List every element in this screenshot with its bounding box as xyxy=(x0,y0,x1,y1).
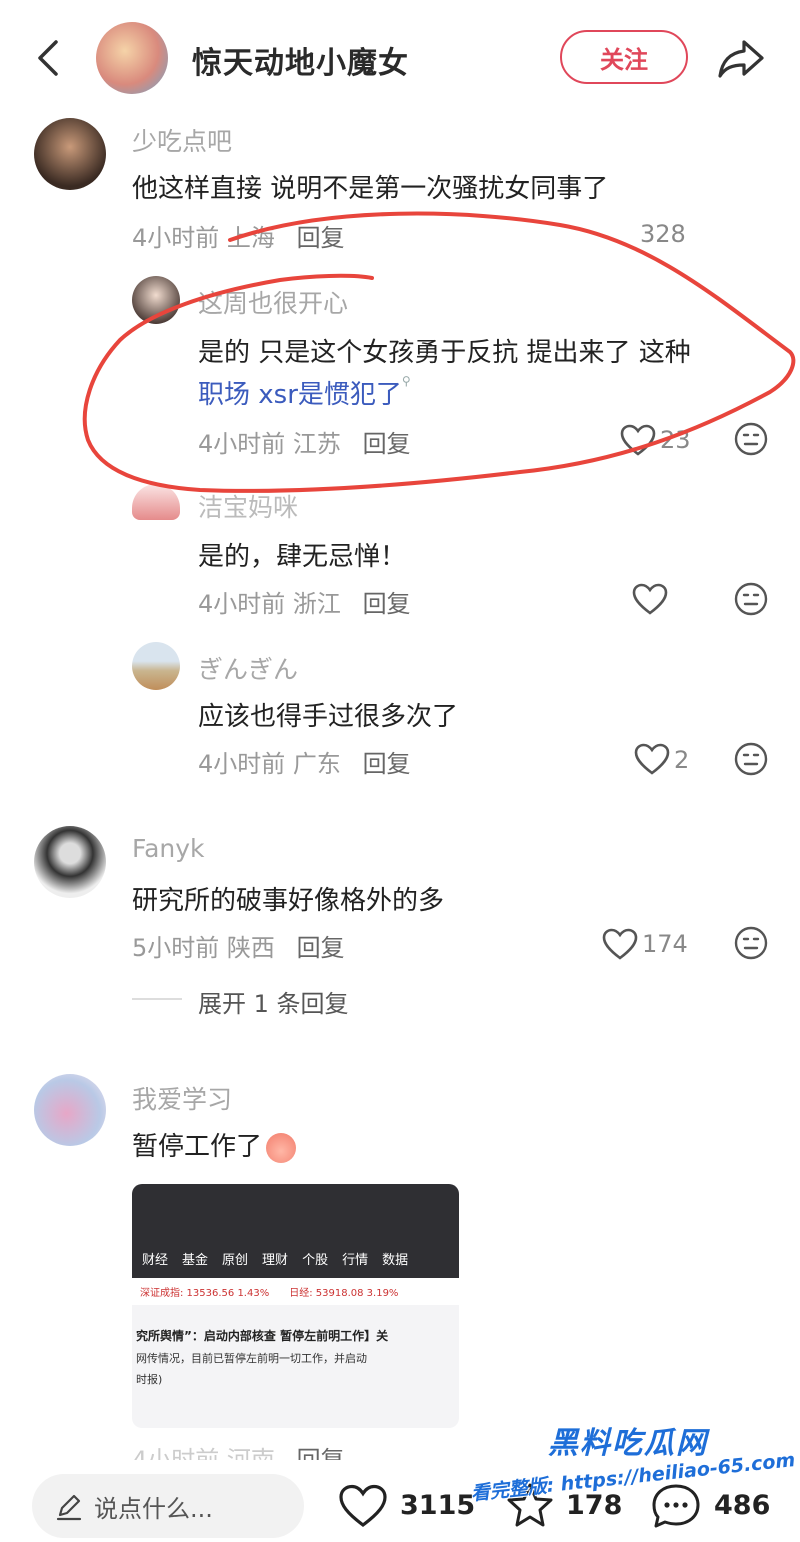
like-button[interactable] xyxy=(338,1484,388,1528)
chevron-left-icon xyxy=(38,40,58,76)
news-index: 深证成指: 13536.56 1.43% xyxy=(140,1288,270,1299)
reply-button[interactable]: 回复 xyxy=(297,934,345,962)
like-count: 328 xyxy=(640,220,686,248)
like-count: 23 xyxy=(660,426,691,454)
expand-divider xyxy=(132,998,182,1000)
peach-emoji-icon xyxy=(266,1132,297,1163)
news-nav-bar: 财经 基金 原创 理财 个股 行情 数据 xyxy=(132,1184,459,1278)
news-nav-item: 数据 xyxy=(382,1253,409,1268)
comment-meta: 4小时前 广东 回复 xyxy=(198,744,411,779)
commenter-avatar[interactable] xyxy=(132,276,180,324)
post-comment-count: 486 xyxy=(714,1490,771,1521)
news-index-row: 深证成指: 13536.56 1.43% 日经: 53918.08 3.19% xyxy=(132,1278,459,1305)
pencil-icon xyxy=(56,1494,82,1521)
like-count: 174 xyxy=(642,930,688,958)
commenter-name[interactable]: 洁宝妈咪 xyxy=(198,488,298,524)
share-icon xyxy=(718,40,764,78)
comment-button[interactable] xyxy=(650,1482,702,1530)
comment-time: 4小时前 xyxy=(198,750,286,778)
author-avatar[interactable] xyxy=(96,22,168,94)
search-icon[interactable]: ⚲ xyxy=(402,374,411,388)
comment-text: 他这样直接 说明不是第一次骚扰女同事了 xyxy=(132,174,609,204)
comment-location: 陕西 xyxy=(226,934,275,962)
comment-input-placeholder: 说点什么... xyxy=(94,1494,213,1523)
comment-time: 4小时前 xyxy=(132,224,220,252)
news-nav-item: 基金 xyxy=(182,1253,209,1268)
news-nav-item: 行情 xyxy=(342,1253,369,1268)
reply-button[interactable]: 回复 xyxy=(363,590,411,618)
comment-text: 暂停工作了 xyxy=(132,1126,297,1163)
commenter-name[interactable]: ぎんぎん xyxy=(198,650,298,686)
comment-text: 应该也得手过很多次了 xyxy=(198,702,459,732)
comment-text: 是的，肆无忌惮！ xyxy=(198,542,407,572)
post-like-count: 3115 xyxy=(400,1490,476,1521)
comment-meta: 5小时前 陕西 回复 xyxy=(132,928,345,963)
commenter-avatar[interactable] xyxy=(34,826,106,898)
comment-location: 广东 xyxy=(292,750,341,778)
like-count: 2 xyxy=(674,746,690,774)
news-nav-item: 原创 xyxy=(222,1253,249,1268)
emoji-icon[interactable] xyxy=(734,926,768,960)
comment-input[interactable]: 说点什么... xyxy=(32,1474,304,1538)
comment-text-line2: 职场 xsr是惯犯了⚲ xyxy=(198,374,411,411)
heart-icon xyxy=(339,1484,387,1528)
news-body: 网传情况，目前已暂停左前明一切工作，并启动 xyxy=(136,1352,367,1365)
comment-meta: 4小时前 上海 回复 xyxy=(132,218,345,253)
heart-icon[interactable] xyxy=(620,424,656,456)
comment-text-body: 暂停工作了 xyxy=(132,1132,263,1162)
comment-text: 研究所的破事好像格外的多 xyxy=(132,886,445,916)
news-nav-item: 理财 xyxy=(262,1253,289,1268)
emoji-icon[interactable] xyxy=(734,742,768,776)
commenter-name[interactable]: 这周也很开心 xyxy=(198,284,348,320)
comment-time: 5小时前 xyxy=(132,934,220,962)
reply-button[interactable]: 回复 xyxy=(297,224,345,252)
comment-text: 是的 只是这个女孩勇于反抗 提出来了 这种 xyxy=(198,338,691,368)
comment-time: 4小时前 xyxy=(198,430,286,458)
comment-text-tail: 是惯犯了 xyxy=(297,380,402,410)
news-title: 究所舆情”：启动内部核查 暂停左前明工作】关 xyxy=(136,1329,389,1343)
expand-replies-button[interactable]: 展开 1 条回复 xyxy=(198,984,349,1019)
commenter-avatar[interactable] xyxy=(132,642,180,690)
reply-button[interactable]: 回复 xyxy=(363,750,411,778)
heart-icon[interactable] xyxy=(634,743,670,775)
emoji-icon[interactable] xyxy=(734,422,768,456)
heart-icon[interactable] xyxy=(632,583,668,615)
watermark-brand: 黑料吃瓜网 xyxy=(548,1426,708,1461)
commenter-name[interactable]: 少吃点吧 xyxy=(132,122,232,158)
commenter-name[interactable]: 我爱学习 xyxy=(132,1080,232,1116)
comment-time: 4小时前 xyxy=(198,590,286,618)
share-button[interactable] xyxy=(716,36,766,80)
commenter-avatar[interactable] xyxy=(34,1074,106,1146)
commenter-name[interactable]: Fanyk xyxy=(132,834,205,863)
news-screenshot-image[interactable]: 财经 基金 原创 理财 个股 行情 数据 深证成指: 13536.56 1.43… xyxy=(132,1184,459,1428)
news-body: 时报) xyxy=(136,1373,163,1386)
news-nav-item: 财经 xyxy=(142,1253,169,1268)
emoji-icon[interactable] xyxy=(734,582,768,616)
comment-meta: 4小时前 浙江 回复 xyxy=(198,584,411,619)
author-name[interactable]: 惊天动地小魔女 xyxy=(192,38,409,82)
comment-location: 浙江 xyxy=(292,590,341,618)
topic-link[interactable]: 职场 xsr xyxy=(198,380,298,410)
news-index: 日经: 53918.08 3.19% xyxy=(289,1288,399,1299)
follow-button[interactable]: 关注 xyxy=(560,30,688,84)
comment-location: 江苏 xyxy=(292,430,341,458)
back-button[interactable] xyxy=(30,38,70,78)
reply-button[interactable]: 回复 xyxy=(363,430,411,458)
commenter-avatar[interactable] xyxy=(132,484,180,520)
comment-location: 上海 xyxy=(226,224,275,252)
commenter-avatar[interactable] xyxy=(34,118,106,190)
news-nav-item: 个股 xyxy=(302,1253,329,1268)
comment-meta: 4小时前 江苏 回复 xyxy=(198,424,411,459)
heart-icon[interactable] xyxy=(602,928,638,960)
